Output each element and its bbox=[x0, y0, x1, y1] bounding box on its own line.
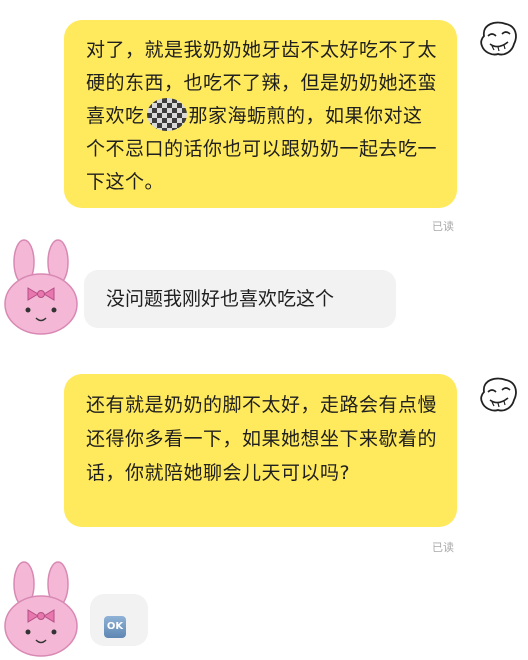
read-status: 已读 bbox=[432, 541, 454, 554]
my-message-bubble-1[interactable]: 对了，就是我奶奶她牙齿不太好吃不了太硬的东西，也吃不了辣，但是奶奶她还蛮喜欢吃那… bbox=[64, 20, 457, 208]
meme-face-icon[interactable] bbox=[474, 372, 522, 420]
message-text: 还有就是奶奶的脚不太好，走路会有点慢还得你多看一下，如果她想坐下来歇着的话，你就… bbox=[86, 394, 438, 484]
read-status: 已读 bbox=[432, 220, 454, 233]
message-text: 没问题我刚好也喜欢吃这个 bbox=[106, 288, 335, 310]
blurred-image-icon bbox=[146, 98, 187, 131]
other-message-bubble-1[interactable]: 没问题我刚好也喜欢吃这个 bbox=[84, 270, 396, 328]
other-message-bubble-2[interactable]: OK bbox=[90, 594, 148, 646]
ok-emoji-icon: OK bbox=[104, 616, 126, 638]
my-message-bubble-2[interactable]: 还有就是奶奶的脚不太好，走路会有点慢还得你多看一下，如果她想坐下来歇着的话，你就… bbox=[64, 374, 457, 527]
pink-bunny-icon[interactable] bbox=[0, 238, 82, 338]
pink-bunny-icon[interactable] bbox=[0, 560, 82, 660]
meme-face-icon[interactable] bbox=[474, 16, 522, 64]
